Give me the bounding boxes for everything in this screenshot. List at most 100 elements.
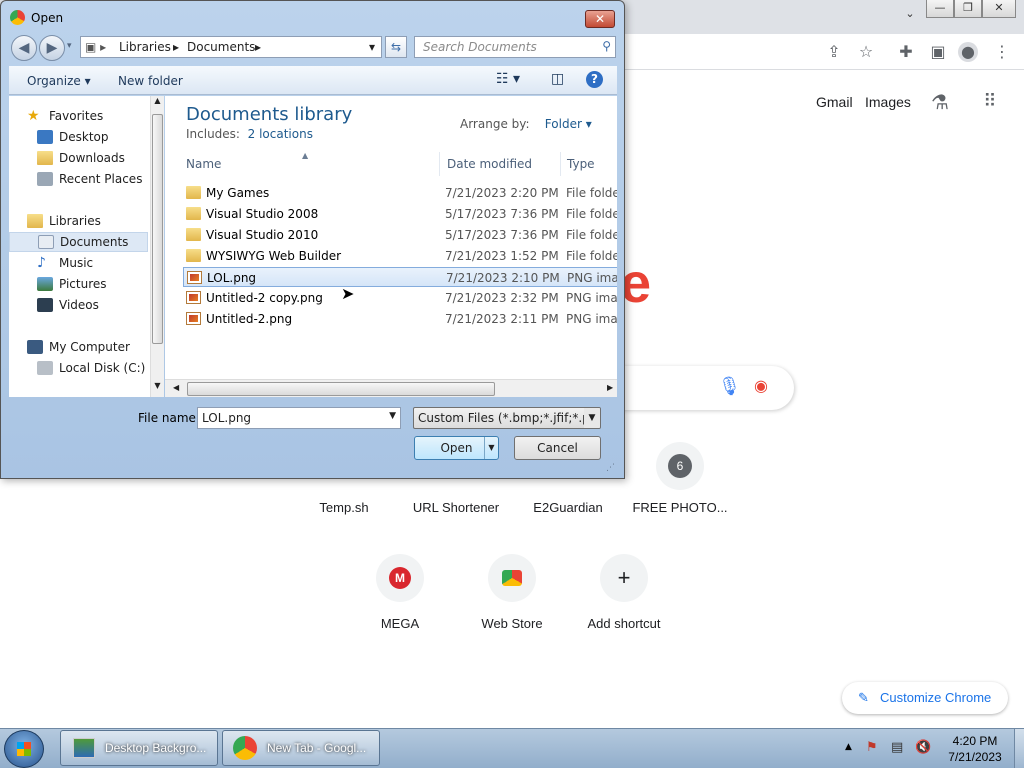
shortcut-url-shortener[interactable]: URL Shortener [401,500,511,515]
breadcrumb-separator-icon[interactable]: ▸ [255,40,261,54]
dialog-close-button[interactable]: ✕ [585,10,615,28]
search-documents-input[interactable]: Search Documents ⚲ [414,36,616,58]
file-name-input[interactable]: LOL.png ▼ [197,407,401,429]
side-panel-icon[interactable]: ▣ [928,42,948,62]
preview-pane-icon[interactable]: ◫ [551,71,564,87]
apps-grid-icon[interactable]: ⠿ [980,92,1000,112]
shortcut-web-store[interactable]: Web Store [457,554,567,631]
column-date-modified[interactable]: Date modified [441,152,561,176]
nav-scrollbar[interactable]: ▲ ▼ [150,96,164,397]
shortcut-label: Temp.sh [319,500,369,515]
file-type-dropdown-icon[interactable]: ▼ [584,408,600,428]
nav-music[interactable]: ♪ Music [37,253,93,273]
scroll-right-icon[interactable]: ▶ [607,383,613,392]
shortcut-add[interactable]: + Add shortcut [569,554,679,631]
nav-recent-places[interactable]: Recent Places [37,169,142,189]
file-row[interactable]: Visual Studio 2008 5/17/2023 7:36 PM File … [183,204,617,224]
arrange-dropdown[interactable]: Folder ▾ [545,117,592,131]
locations-link[interactable]: 2 locations [248,127,313,141]
customize-chrome-button[interactable]: ✎ Customize Chrome [842,682,1008,714]
command-bar: Organize ▾ New folder ☷ ▾ ◫ ? [9,66,617,95]
shortcut-e2guardian[interactable]: E2Guardian [513,500,623,515]
taskbar-clock[interactable]: 4:20 PM 7/21/2023 [940,733,1010,765]
share-icon[interactable]: ⇪ [824,42,844,62]
nav-libraries[interactable]: Libraries [27,211,101,231]
new-folder-button[interactable]: New folder [118,74,183,88]
minimize-button[interactable]: — [926,0,954,18]
column-type[interactable]: Type [561,152,617,176]
address-bar[interactable]: ▣ ▸ Libraries ▸ Documents ▸ ▾ [80,36,382,58]
breadcrumb-libraries[interactable]: Libraries [119,40,171,54]
file-list-h-scrollbar[interactable]: ◀ ▶ [165,379,617,397]
labs-flask-icon[interactable]: ⚗ [930,92,950,112]
shortcut-temp-sh[interactable]: Temp.sh [289,500,399,515]
open-button[interactable]: Open ▼ [414,436,499,460]
recent-locations-icon[interactable]: ▾ [67,41,72,51]
nav-local-disk[interactable]: Local Disk (C:) [37,358,145,378]
breadcrumb-documents[interactable]: Documents [187,40,255,54]
breadcrumb-separator-icon[interactable]: ▸ [173,40,179,54]
gmail-link[interactable]: Gmail [816,94,853,110]
file-date: 7/21/2023 2:10 PM [446,271,560,285]
organize-button[interactable]: Organize ▾ [27,74,91,88]
shortcut-free-photo[interactable]: 6 FREE PHOTO... [625,442,735,515]
start-button[interactable] [4,730,44,768]
shortcut-mega[interactable]: M MEGA [345,554,455,631]
file-row[interactable]: Untitled-2 copy.png 7/21/2023 2:32 PM PNG … [183,288,617,308]
nav-scroll-thumb[interactable] [152,114,163,344]
chrome-menu-icon[interactable]: ⋮ [992,42,1012,62]
network-icon[interactable]: ▤ [891,740,903,755]
nav-favorites[interactable]: ★ Favorites [27,106,103,126]
bookmark-star-icon[interactable]: ☆ [856,42,876,62]
file-type-select[interactable]: Custom Files (*.bmp;*.jfif;*.pjpeg ▼ [413,407,601,429]
file-type: PNG image [566,312,617,326]
file-row[interactable]: WYSIWYG Web Builder 7/21/2023 1:52 PM File… [183,246,617,266]
show-hidden-icons-icon[interactable]: ▲ [845,742,852,752]
maximize-button[interactable]: ❐ [954,0,982,18]
search-icon[interactable]: ⚲ [602,39,611,53]
nav-downloads[interactable]: Downloads [37,148,125,168]
column-name[interactable]: Name ▲ [180,151,440,176]
taskbar-new-tab-chrome[interactable]: New Tab - Googl... [222,730,380,766]
nav-videos[interactable]: Videos [37,295,99,315]
volume-muted-icon[interactable]: 🔇 [915,740,931,755]
lens-search-icon[interactable]: ◉ [754,376,768,395]
change-view-icon[interactable]: ☷ ▾ [496,71,520,87]
file-name-dropdown-icon[interactable]: ▼ [389,411,396,421]
scroll-up-icon[interactable]: ▲ [151,96,164,105]
file-row[interactable]: My Games 7/21/2023 2:20 PM File folder [183,183,617,203]
resize-grip-icon[interactable]: ⋰ [606,463,615,473]
taskbar-desktop-background[interactable]: Desktop Backgro... [60,730,218,766]
close-window-button[interactable]: ✕ [982,0,1016,18]
file-row-selected[interactable]: LOL.png 7/21/2023 2:10 PM PNG image [183,267,617,287]
scroll-left-icon[interactable]: ◀ [173,383,179,392]
nav-pictures[interactable]: Pictures [37,274,107,294]
extensions-icon[interactable]: ✚ [896,42,916,62]
shortcut-label: Add shortcut [587,616,661,631]
nav-my-computer[interactable]: My Computer [27,337,130,357]
file-row[interactable]: Untitled-2.png 7/21/2023 2:11 PM PNG image [183,309,617,329]
images-link[interactable]: Images [865,94,911,110]
cancel-button[interactable]: Cancel [514,436,601,460]
profile-avatar-icon[interactable]: ● [958,42,978,62]
refresh-icon[interactable]: ⇆ [385,36,407,58]
show-desktop-button[interactable] [1014,729,1024,768]
open-split-dropdown-icon[interactable]: ▼ [484,437,498,459]
nav-documents[interactable]: Documents [9,232,148,252]
nav-desktop[interactable]: Desktop [37,127,109,147]
h-scroll-thumb[interactable] [187,382,495,396]
file-type: File folder [566,228,617,242]
voice-search-icon[interactable]: 🎙 [718,376,741,397]
back-button[interactable]: ◀ [11,35,37,61]
file-date: 5/17/2023 7:36 PM [445,207,559,221]
scroll-down-icon[interactable]: ▼ [151,381,164,390]
shortcut-label: FREE PHOTO... [632,500,728,515]
search-box-fragment[interactable]: 🎙 ◉ [620,366,794,410]
help-icon[interactable]: ? [586,71,603,88]
action-center-icon[interactable]: ⚑ [866,740,878,755]
folder-icon [186,228,201,241]
address-dropdown-icon[interactable]: ▾ [369,40,375,54]
forward-button[interactable]: ▶ [39,35,65,61]
tab-search-icon[interactable]: ⌄ [896,6,924,24]
file-row[interactable]: Visual Studio 2010 5/17/2023 7:36 PM File … [183,225,617,245]
